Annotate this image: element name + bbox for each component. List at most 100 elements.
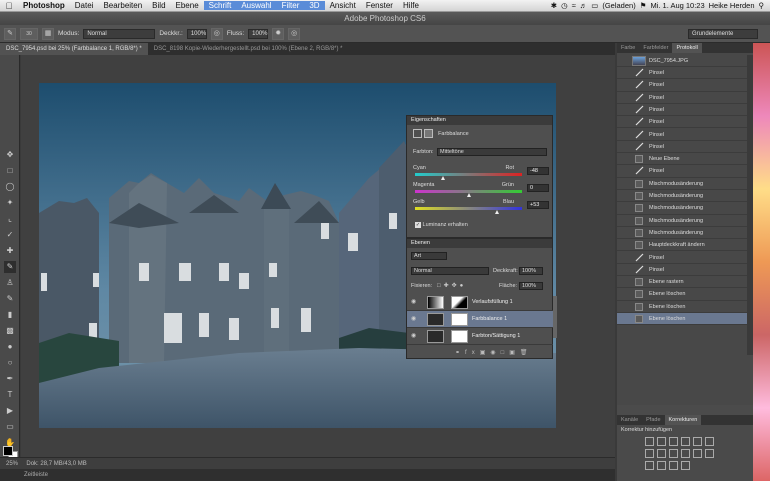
zoom-level[interactable]: 25% [6, 461, 18, 467]
volume-icon[interactable]: ♬ [580, 1, 588, 10]
hue-icon[interactable] [705, 437, 714, 446]
history-item[interactable]: Pinsel [617, 104, 747, 117]
wifi-icon[interactable]: ≈ [572, 1, 576, 10]
brush-tool-icon[interactable]: ✎ [4, 27, 16, 40]
tab-pfade[interactable]: Pfade [642, 415, 664, 425]
path-select-icon[interactable]: ▶ [4, 405, 16, 417]
mask-thumbnail[interactable] [451, 296, 468, 309]
menu-schrift[interactable]: Schrift [203, 1, 237, 10]
bw-icon[interactable] [657, 449, 666, 458]
menu-hilfe[interactable]: Hilfe [398, 1, 424, 10]
menu-photoshop[interactable]: Photoshop [18, 1, 70, 10]
doc-tab[interactable]: DSC_8198 Kopie-Wiederhergestellt.psd bei… [148, 43, 349, 55]
opacity-field[interactable]: 100% [186, 28, 207, 39]
history-item[interactable]: Pinsel [617, 92, 747, 104]
type-tool-icon[interactable]: T [4, 389, 16, 401]
history-item[interactable]: Pinsel [617, 79, 747, 92]
menu-filter[interactable]: Filter [276, 1, 305, 10]
history-item[interactable]: Mischmodusänderung [617, 202, 747, 215]
history-item[interactable]: Ebene löschen [617, 301, 747, 313]
tab-korrekturen[interactable]: Korrekturen [664, 415, 702, 425]
invert-icon[interactable] [705, 449, 714, 458]
menu-bild[interactable]: Bild [147, 1, 170, 10]
menu-3d[interactable]: 3D [304, 1, 325, 10]
mask-icon[interactable] [423, 129, 433, 138]
eyedropper-icon[interactable]: ✓ [4, 229, 16, 241]
selective-color-icon[interactable] [681, 461, 690, 470]
mask-thumbnail[interactable] [451, 330, 468, 343]
cyan-red-slider[interactable] [415, 173, 522, 176]
magenta-green-thumb[interactable] [466, 193, 471, 197]
cyan-red-value[interactable]: -48 [527, 167, 549, 175]
history-item[interactable]: Mischmodusänderung [617, 190, 747, 203]
threshold-icon[interactable] [657, 461, 666, 470]
bluetooth-icon[interactable]: ✱ [551, 1, 557, 10]
gradient-map-icon[interactable] [669, 461, 678, 470]
menu-ansicht[interactable]: Ansicht [325, 1, 361, 10]
layers-footer-icons[interactable]: ⚭fx▣◉□▣🗑 [455, 349, 533, 356]
clock[interactable]: Mi. 1. Aug 10:23 [650, 1, 704, 10]
channel-mixer-icon[interactable] [681, 449, 690, 458]
history-item[interactable]: Pinsel [617, 165, 747, 178]
pressure-size-icon[interactable]: ◎ [288, 27, 301, 40]
fill-field[interactable]: 100% [519, 282, 543, 290]
tab-protokoll[interactable]: Protokoll [672, 43, 702, 53]
history-item[interactable]: Pinsel [617, 129, 747, 141]
battery-icon[interactable]: ▭ [591, 1, 598, 10]
menu-auswahl[interactable]: Auswahl [236, 1, 277, 10]
workspace-select[interactable]: Grundelemente [688, 29, 758, 39]
mask-thumbnail[interactable] [451, 313, 468, 326]
clone-stamp-icon[interactable]: ♙ [4, 277, 16, 289]
gradient-tool-icon[interactable]: ▩ [4, 325, 16, 337]
brush-panel-icon[interactable]: ▦ [42, 27, 54, 40]
brush-tool-icon[interactable]: ✎ [4, 261, 16, 273]
battery-status[interactable]: (Geladen) [602, 1, 635, 10]
history-item[interactable]: Ebene löschen [617, 313, 747, 326]
history-item[interactable]: Pinsel [617, 141, 747, 154]
vibrance-icon[interactable] [693, 437, 702, 446]
layers-scrollbar[interactable] [553, 296, 557, 338]
flag-icon[interactable]: ⚑ [640, 1, 647, 10]
history-item[interactable]: Neue Ebene [617, 153, 747, 166]
menu-fenster[interactable]: Fenster [361, 1, 398, 10]
shape-tool-icon[interactable]: ▭ [4, 421, 16, 433]
foreground-color[interactable] [3, 446, 13, 456]
color-balance-icon[interactable] [645, 449, 654, 458]
history-item[interactable]: Pinsel [617, 264, 747, 277]
tab-farbe[interactable]: Farbe [617, 43, 639, 53]
layer-filter-select[interactable]: Art [411, 252, 447, 260]
time-machine-icon[interactable]: ◷ [561, 1, 568, 10]
lock-icons[interactable]: □✚✥● [437, 282, 466, 289]
pen-tool-icon[interactable]: ✒ [4, 373, 16, 385]
history-item[interactable]: Mischmodusänderung [617, 227, 747, 240]
layers-title[interactable]: Ebenen [407, 239, 552, 248]
spotlight-icon[interactable]: ⚲ [759, 1, 765, 10]
history-item[interactable]: Mischmodusänderung [617, 178, 747, 190]
photo-filter-icon[interactable] [669, 449, 678, 458]
lasso-tool-icon[interactable]: ◯ [4, 181, 16, 193]
levels-icon[interactable] [657, 437, 666, 446]
healing-brush-icon[interactable]: ✚ [4, 245, 16, 257]
cyan-red-thumb[interactable] [440, 176, 445, 180]
visibility-eye-icon[interactable]: ◉ [411, 328, 416, 345]
tone-select[interactable]: Mitteltöne [437, 148, 547, 156]
move-tool-icon[interactable]: ✥ [4, 149, 16, 161]
visibility-eye-icon[interactable]: ◉ [411, 294, 416, 311]
layer-row[interactable]: ◉ Verlaufsfüllung 1 [407, 294, 553, 311]
quick-select-icon[interactable]: ✦ [4, 197, 16, 209]
history-item[interactable]: Pinsel [617, 116, 747, 129]
pressure-opacity-icon[interactable]: ◎ [210, 27, 223, 40]
layer-opacity-field[interactable]: 100% [519, 267, 543, 275]
timeline-tab[interactable]: Zeitleiste [0, 469, 615, 481]
dodge-tool-icon[interactable]: ○ [4, 357, 16, 369]
luminance-row[interactable]: ✓ Luminanz erhalten [415, 222, 468, 228]
history-item[interactable]: Mischmodusänderung [617, 215, 747, 227]
magenta-green-value[interactable]: 0 [527, 184, 549, 192]
properties-title[interactable]: Eigenschaften [407, 116, 552, 125]
user-name[interactable]: Heike Herden [709, 1, 755, 10]
marquee-tool-icon[interactable]: □ [4, 165, 16, 177]
blend-mode-select[interactable]: Normal [411, 267, 489, 275]
luminance-checkbox[interactable]: ✓ [415, 222, 421, 228]
brush-preset-picker[interactable]: 30 [20, 27, 38, 40]
blur-tool-icon[interactable]: ● [4, 341, 16, 353]
